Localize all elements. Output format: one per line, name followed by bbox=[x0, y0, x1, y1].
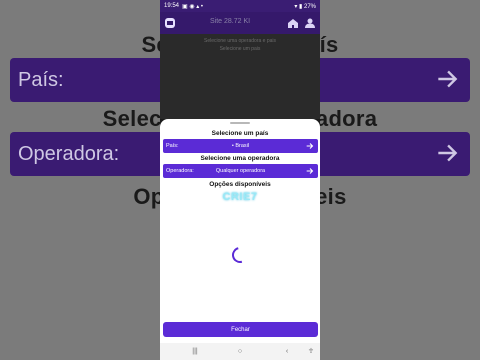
dimmed-app-content: Selecione uma operadora e pais Selecione… bbox=[160, 34, 320, 119]
arrow-right-icon bbox=[438, 144, 458, 162]
system-nav-bar: ||| ○ ‹ ☥ bbox=[160, 343, 320, 360]
dim-note-1: Selecione uma operadora e pais bbox=[204, 38, 276, 44]
sheet-drag-handle[interactable] bbox=[230, 122, 250, 124]
accessibility-icon[interactable]: ☥ bbox=[306, 347, 316, 357]
recents-icon[interactable]: ||| bbox=[190, 347, 200, 357]
bg-country-label: País: bbox=[18, 68, 64, 91]
operator-selector[interactable]: Operadora: Qualquer operadora bbox=[163, 164, 318, 178]
dim-note-2: Selecione um pais bbox=[219, 46, 261, 52]
app-bar: Site 28.72 KI bbox=[160, 12, 320, 34]
notification-icon: ▣ ◉ ▴ • bbox=[182, 3, 204, 10]
status-bar: 19:54 ▣ ◉ ▴ • ▾ ▮ 27% bbox=[160, 0, 320, 12]
arrow-right-icon bbox=[306, 143, 314, 149]
operator-heading: Selecione uma operadora bbox=[200, 155, 280, 162]
arrow-right-icon bbox=[306, 168, 314, 174]
profile-icon[interactable] bbox=[304, 17, 316, 29]
status-time: 19:54 bbox=[164, 3, 180, 9]
battery-icon: ▾ ▮ 27% bbox=[294, 3, 316, 10]
loading-spinner-icon bbox=[229, 244, 251, 266]
home-circle-icon[interactable]: ○ bbox=[235, 347, 245, 357]
country-selector[interactable]: País: • Brasil bbox=[163, 139, 318, 153]
back-icon[interactable]: ‹ bbox=[282, 347, 292, 357]
country-heading: Selecione um país bbox=[211, 130, 269, 137]
close-button[interactable]: Fechar bbox=[163, 322, 318, 337]
app-logo-icon[interactable] bbox=[164, 17, 176, 29]
operator-value: Qualquer operadora bbox=[215, 168, 266, 174]
phone-screen: 19:54 ▣ ◉ ▴ • ▾ ▮ 27% Site 28.72 KI Sele… bbox=[160, 0, 320, 360]
screen: Selecione um país País: Selecione uma op… bbox=[0, 0, 480, 360]
country-value: • Brasil bbox=[231, 143, 250, 149]
bottom-sheet: Selecione um país País: • Brasil Selecio… bbox=[160, 119, 320, 360]
home-icon[interactable] bbox=[287, 17, 299, 29]
options-heading: Opções disponíveis bbox=[209, 181, 271, 188]
app-title: Site 28.72 KI bbox=[210, 18, 251, 25]
arrow-right-icon bbox=[438, 70, 458, 88]
bg-operator-label: Operadora: bbox=[18, 142, 120, 165]
battery-percent: 27% bbox=[303, 3, 316, 10]
watermark-logo: CRIE7 bbox=[222, 191, 258, 203]
